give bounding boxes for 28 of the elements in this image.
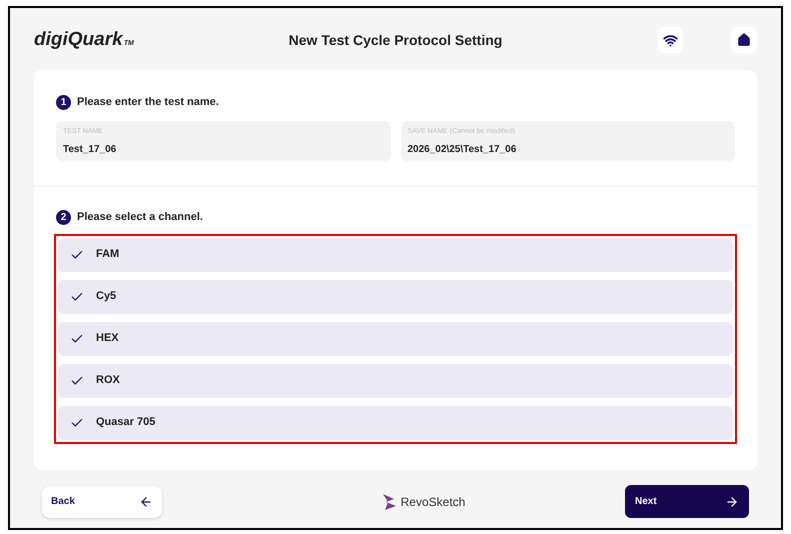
back-button[interactable]: Back <box>42 486 162 518</box>
channel-option[interactable]: FAM <box>58 238 733 272</box>
channel-name: ROX <box>96 373 120 388</box>
channel-option[interactable]: ROX <box>58 364 733 398</box>
channel-option[interactable]: Cy5 <box>58 280 733 314</box>
next-button[interactable]: Next <box>624 485 749 518</box>
step-heading: Please enter the test name. <box>77 95 219 110</box>
wifi-button[interactable] <box>657 27 683 53</box>
channel-option[interactable]: Quasar 705 <box>58 406 733 440</box>
arrow-left-icon <box>139 494 153 508</box>
channel-name: FAM <box>96 247 120 262</box>
step-number: 2 <box>56 210 71 225</box>
brand-logo: digiQuark <box>34 28 123 52</box>
field-value: 2026_02\25\Test_17_06 <box>408 143 518 157</box>
step-number: 1 <box>56 94 71 110</box>
field-value: Test_17_06 <box>63 143 118 157</box>
arrow-right-icon <box>724 494 739 508</box>
channel-option[interactable]: HEX <box>58 322 733 356</box>
company-logo: RevoSketch <box>400 494 466 510</box>
channel-name: HEX <box>96 331 119 346</box>
step-heading: Please select a channel. <box>77 210 203 225</box>
channel-name: Quasar 705 <box>96 415 156 430</box>
wifi-icon <box>662 32 678 48</box>
home-button[interactable] <box>731 27 757 53</box>
page-title: New Test Cycle Protocol Setting <box>288 30 502 50</box>
channel-name: Cy5 <box>96 289 116 304</box>
logo-icon <box>382 492 398 510</box>
home-icon <box>737 33 751 47</box>
